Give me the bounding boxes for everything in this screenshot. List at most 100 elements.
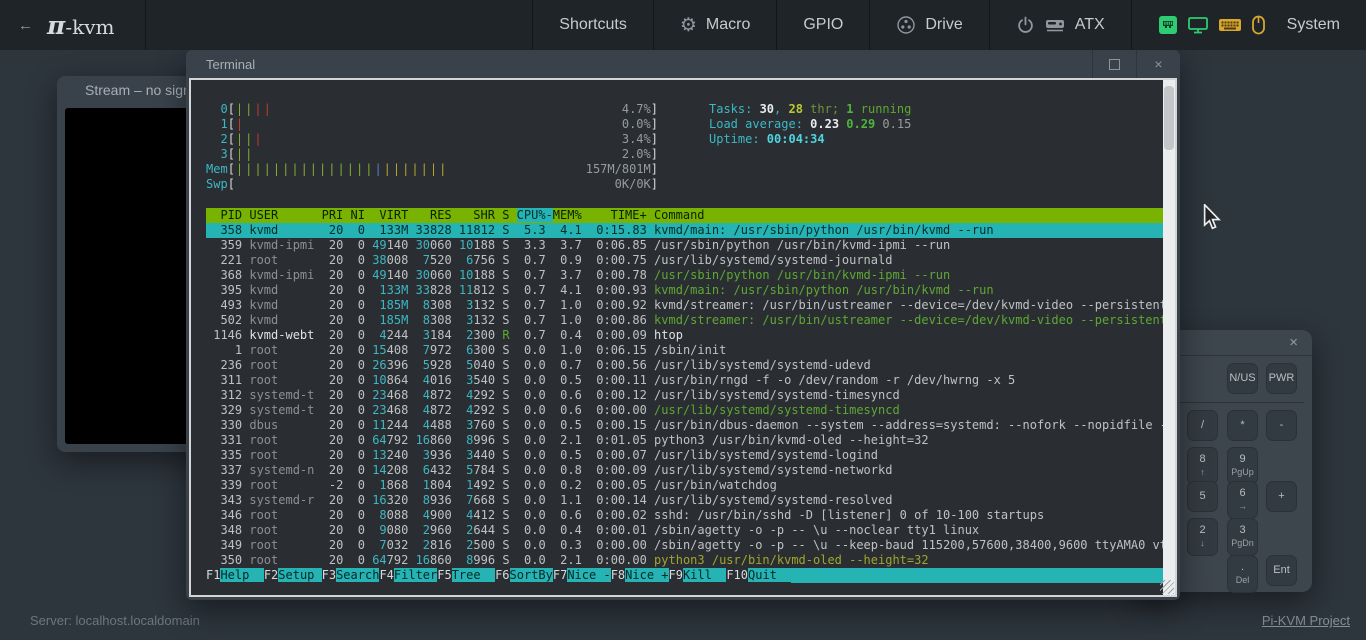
process-row-368: 368 kvmd-ipmi 20 0 49140 30060 10188 S 0… [206,268,1163,283]
terminal-screen[interactable]: 0[||||4.7%] 1[|0.0%] 2[|||3.4%] 3[||2.0%… [189,78,1177,597]
process-row-346: 346 root 20 0 8088 4900 4412 S 0.0 0.6 0… [206,508,1163,523]
process-row-395: 395 kvmd 20 0 133M 33828 11812 S 0.7 4.1… [206,283,1163,298]
maximize-icon [1109,59,1120,70]
key-sublabel: → [1238,501,1247,512]
scrollbar-thumb[interactable] [1164,86,1174,150]
meter-3: 3[||2.0%] [206,147,658,162]
terminal-scrollbar[interactable] [1163,80,1175,595]
process-row-335: 335 root 20 0 13240 3936 3440 S 0.0 0.5 … [206,448,1163,463]
htop-output: 0[||||4.7%] 1[|0.0%] 2[|||3.4%] 3[||2.0%… [191,80,1163,595]
key-label: 5 [1199,491,1205,502]
keypad-key-[interactable]: / [1187,410,1218,441]
keypad-key-nus[interactable]: N/US [1227,363,1258,394]
logo-area: ← π-kvm [0,0,146,50]
cpu-memory-meters: 0[||||4.7%] 1[|0.0%] 2[|||3.4%] 3[||2.0%… [206,102,1163,192]
process-row-350: 350 root 20 0 64792 16860 8996 S 0.0 2.1… [206,553,1163,568]
keypad-key-ent[interactable]: Ent [1266,555,1297,586]
keypad-key-[interactable]: * [1227,410,1258,441]
keypad-key-8[interactable]: 8↑ [1187,447,1218,485]
system-summary: Tasks: 30, 28 thr; 1 runningLoad average… [709,102,911,147]
fkey-F4[interactable]: F4Filter [379,568,437,583]
key-sublabel: Del [1236,575,1250,586]
process-row-349: 349 root 20 0 7032 2816 2500 S 0.0 0.3 0… [206,538,1163,553]
window-buttons: × [1092,50,1180,78]
keypad-key-2[interactable]: 2↓ [1187,518,1218,556]
function-key-bar: F1Help F2Setup F3SearchF4FilterF5Tree F6… [206,568,1163,583]
drive-icon [896,15,916,35]
mouse-cursor [1203,204,1222,236]
keypad-key-[interactable]: . Del [1227,555,1258,593]
keypad-key-[interactable]: + [1266,481,1297,512]
key-label: . [1241,562,1244,573]
table-header[interactable]: PID USER PRI NI VIRT RES SHR S CPU%-MEM%… [206,208,1163,223]
fkey-F3[interactable]: F3Search [322,568,380,583]
ethernet-status-icon [1158,15,1178,35]
key-label: * [1240,420,1244,431]
fkey-F6[interactable]: F6SortBy [495,568,553,583]
atx-box-icon [1044,17,1066,33]
key-label: 8 [1199,454,1205,465]
key-label: / [1201,420,1204,431]
back-arrow-icon[interactable]: ← [18,17,33,34]
key-label: 6 [1239,488,1245,499]
process-row-330: 330 dbus 20 0 11244 4488 3760 S 0.0 0.5 … [206,418,1163,433]
key-label: - [1280,420,1284,431]
gear-icon: ⚙ [680,14,697,37]
keypad-key-5[interactable]: 5 [1187,481,1218,512]
fkey-F10[interactable]: F10Quit [726,568,791,583]
nav-spacer [146,0,532,50]
fkey-F5[interactable]: F5Tree [437,568,495,583]
process-row-359: 359 kvmd-ipmi 20 0 49140 30060 10188 S 3… [206,238,1163,253]
close-icon[interactable]: × [1289,334,1298,351]
meter-1: 1[|0.0%] [206,117,658,132]
key-label: 3 [1239,525,1245,536]
key-label: Ent [1273,565,1290,576]
fkey-F9[interactable]: F9Kill [669,568,727,583]
nav-item-drive[interactable]: Drive [869,0,988,50]
fkey-F8[interactable]: F8Nice + [611,568,669,583]
process-row-1146: 1146 kvmd-webt 20 0 4244 3184 2300 R 0.7… [206,328,1163,343]
nav-item-shortcuts[interactable]: Shortcuts [532,0,653,50]
nav-item-system[interactable]: System [1131,0,1366,50]
maximize-button[interactable] [1092,50,1136,78]
keypad-key-9[interactable]: 9PgUp [1227,447,1258,485]
keypad-key-[interactable]: - [1266,410,1297,441]
process-row-337: 337 systemd-n 20 0 14208 6432 5784 S 0.0… [206,463,1163,478]
process-row-358: 358 kvmd 20 0 133M 33828 11812 S 5.3 4.1… [206,223,1163,238]
mouse-status-icon [1251,15,1266,35]
process-row-312: 312 systemd-t 20 0 23468 4872 4292 S 0.0… [206,388,1163,403]
process-row-502: 502 kvmd 20 0 185M 8308 3132 S 0.7 1.0 0… [206,313,1163,328]
nav-item-atx[interactable]: ATX [989,0,1131,50]
key-label: + [1278,491,1284,502]
process-row-348: 348 root 20 0 9080 2960 2644 S 0.0 0.4 0… [206,523,1163,538]
pikvm-project-link[interactable]: Pi-KVM Project [1262,613,1350,628]
top-navbar: ← π-kvm Shortcuts ⚙ Macro GPIO Drive ATX [0,0,1366,50]
process-row-1: 1 root 20 0 15408 7972 6300 S 0.0 1.0 0:… [206,343,1163,358]
nav-item-gpio[interactable]: GPIO [776,0,869,50]
pikvm-logo[interactable]: π-kvm [47,11,114,40]
display-status-icon [1187,15,1209,35]
key-sublabel: ↑ [1200,467,1205,478]
keypad-key-3[interactable]: 3 PgDn [1227,518,1258,556]
terminal-window-header[interactable]: Terminal × [186,50,1180,78]
keypad-key-pwr[interactable]: PWR [1266,363,1297,394]
resize-grip[interactable] [1160,580,1174,594]
process-row-221: 221 root 20 0 38008 7520 6756 S 0.7 0.9 … [206,253,1163,268]
server-hostname-label: Server: localhost.localdomain [30,613,200,628]
process-row-331: 331 root 20 0 64792 16860 8996 S 0.0 2.1… [206,433,1163,448]
status-icons [1158,15,1266,35]
keypad-key-6[interactable]: 6→ [1227,481,1258,519]
key-sublabel: PgDn [1231,538,1254,549]
stream-window-title: Stream – no signal [85,82,202,98]
process-table: PID USER PRI NI VIRT RES SHR S CPU%-MEM%… [206,208,1163,568]
fkey-F2[interactable]: F2Setup [264,568,322,583]
key-label: 9 [1239,454,1245,465]
process-row-339: 339 root -2 0 1868 1804 1492 S 0.0 0.2 0… [206,478,1163,493]
fkey-F1[interactable]: F1Help [206,568,264,583]
fkey-F7[interactable]: F7Nice - [553,568,611,583]
nav-item-macro[interactable]: ⚙ Macro [653,0,777,50]
close-button[interactable]: × [1136,50,1180,78]
meter-2: 2[|||3.4%] [206,132,658,147]
process-row-311: 311 root 20 0 10864 4016 3540 S 0.0 0.5 … [206,373,1163,388]
meter-0: 0[||||4.7%] [206,102,658,117]
